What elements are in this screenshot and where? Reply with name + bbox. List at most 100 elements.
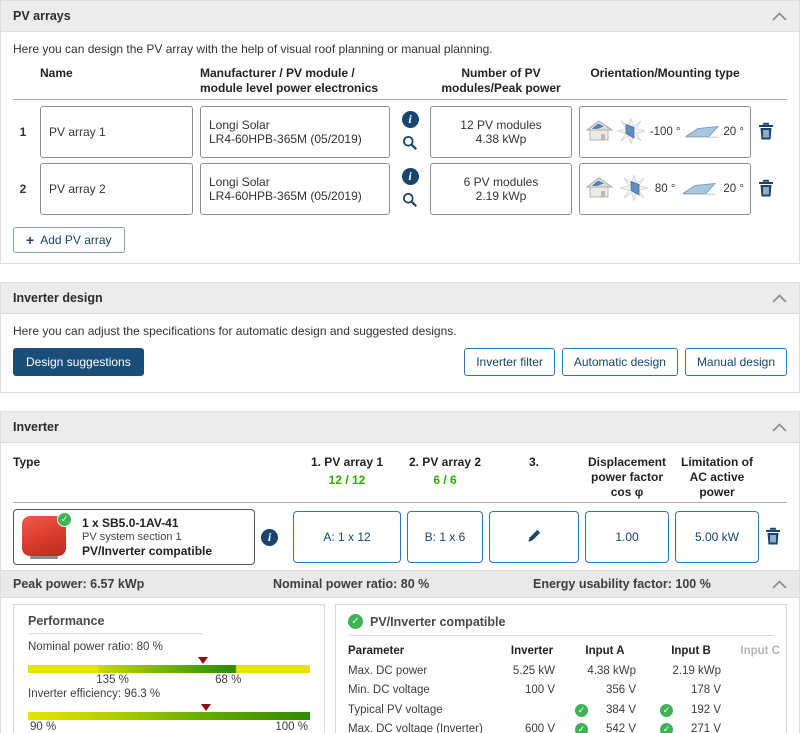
- column-header-pv-array-1: 1. PV array 1: [310, 455, 384, 469]
- inverter-summary-bar[interactable]: Peak power: 6.57 kWp Nominal power ratio…: [1, 570, 799, 598]
- nominal-power-ratio: Nominal power ratio: 80 %: [273, 577, 430, 591]
- inverter-type-box[interactable]: 1 x SB5.0-1AV-41 PV system section 1 PV/…: [13, 509, 255, 565]
- ac-limit-box[interactable]: 5.00 kW: [675, 511, 759, 563]
- compat-row-max-dc-voltage: Max. DC voltage (Inverter) 600 V 542 V 2…: [348, 720, 774, 733]
- npr-bar-label: Nominal power ratio: 80 %: [28, 641, 163, 653]
- info-icon[interactable]: i: [401, 110, 419, 128]
- search-icon[interactable]: [402, 192, 418, 211]
- info-icon[interactable]: i: [401, 167, 419, 185]
- input-b-config-box[interactable]: B: 1 x 6: [407, 511, 483, 563]
- eff-tick-90: 90 %: [30, 721, 57, 733]
- pv-module-select[interactable]: Longi Solar LR4-60HPB-365M (05/2019): [200, 163, 390, 215]
- input-a-config-box[interactable]: A: 1 x 12: [293, 511, 401, 563]
- tilt-panel-icon: [682, 181, 717, 198]
- column-header-ac-limit: Limitation of AC active power: [681, 455, 753, 499]
- inverter-panel: Inverter Type 1. PV array 1 12 / 12 2. P…: [0, 411, 800, 733]
- manual-design-button[interactable]: Manual design: [684, 348, 787, 376]
- compatibility-title: PV/Inverter compatible: [370, 614, 506, 629]
- performance-box: Performance Nominal power ratio: 80 % 13…: [13, 604, 325, 733]
- column-header-cos-phi: Displacement power factor cos φ: [587, 455, 667, 499]
- column-header-type: Type: [13, 455, 41, 469]
- search-icon[interactable]: [402, 135, 418, 154]
- tilt-value: 20 °: [723, 183, 744, 195]
- efficiency-bar-label: Inverter efficiency: 96.3 %: [28, 688, 161, 700]
- tilt-value: 20 °: [723, 126, 744, 138]
- inverter-design-panel: Inverter design Here you can adjust the …: [0, 282, 800, 393]
- header-divider: [13, 502, 787, 503]
- roof-house-icon: [585, 176, 614, 203]
- inverter-filter-button[interactable]: Inverter filter: [464, 348, 555, 376]
- npr-tick-68: 68 %: [215, 674, 242, 686]
- header-divider: [13, 99, 787, 100]
- bar-marker: [200, 704, 211, 711]
- compatibility-box: PV/Inverter compatible Parameter Inverte…: [335, 604, 787, 733]
- check-icon: [660, 703, 673, 717]
- delete-icon[interactable]: [765, 527, 787, 548]
- compatibility-status: PV/Inverter compatible: [82, 544, 213, 558]
- automatic-design-button[interactable]: Automatic design: [561, 348, 678, 376]
- inverter-panel-header[interactable]: Inverter: [1, 412, 799, 443]
- pv-arrays-panel-header[interactable]: PV arrays: [1, 1, 799, 32]
- modules-count-box[interactable]: 12 PV modules 4.38 kWp: [430, 106, 572, 158]
- eff-tick-100: 100 %: [275, 721, 308, 733]
- pv-system-section: PV system section 1: [82, 531, 182, 543]
- peak-power: Peak power: 6.57 kWp: [13, 577, 145, 591]
- pv-array-row-1: 1 PV array 1 Longi Solar LR4-60HPB-365M …: [1, 106, 799, 158]
- delete-icon[interactable]: [758, 179, 780, 200]
- azimuth-compass-icon: [618, 173, 650, 204]
- delete-icon[interactable]: [758, 122, 780, 143]
- column-header-modules: Number of PV modules/Peak power: [441, 66, 561, 95]
- design-suggestions-button[interactable]: Design suggestions: [13, 348, 144, 376]
- info-icon[interactable]: i: [261, 528, 278, 546]
- check-icon: [348, 614, 363, 629]
- pv-array-row-2: 2 PV array 2 Longi Solar LR4-60HPB-365M …: [1, 163, 799, 215]
- array2-module-count: 6 / 6: [433, 473, 457, 487]
- compat-row-min-dc-voltage: Min. DC voltage 100 V 356 V 178 V: [348, 684, 721, 696]
- compat-row-max-dc-power: Max. DC power 5.25 kW 4.38 kWp 2.19 kWp: [348, 664, 721, 677]
- edit-config-box[interactable]: [489, 511, 579, 563]
- pv-arrays-title: PV arrays: [13, 9, 71, 23]
- azimuth-compass-icon: [616, 116, 647, 147]
- chevron-up-icon[interactable]: [772, 11, 787, 21]
- pv-array-name-input[interactable]: PV array 1: [40, 106, 193, 158]
- inverter-design-panel-header[interactable]: Inverter design: [1, 283, 799, 314]
- chevron-up-icon[interactable]: [772, 422, 787, 432]
- column-header-3: 3.: [528, 455, 539, 469]
- pv-array-name-input[interactable]: PV array 2: [40, 163, 193, 215]
- array1-module-count: 12 / 12: [328, 473, 366, 487]
- pv-arrays-panel: PV arrays Here you can design the PV arr…: [0, 0, 800, 264]
- roof-house-icon: [585, 119, 614, 146]
- orientation-box[interactable]: 80 ° 20 °: [579, 163, 751, 215]
- inverter-model: 1 x SB5.0-1AV-41: [82, 516, 179, 530]
- orientation-box[interactable]: -100 ° 20 °: [579, 106, 751, 158]
- inverter-efficiency-bar: [28, 704, 310, 720]
- compatible-check-icon: [57, 512, 72, 527]
- pv-module-select[interactable]: Longi Solar LR4-60HPB-365M (05/2019): [200, 106, 390, 158]
- inverter-row: 1 x SB5.0-1AV-41 PV system section 1 PV/…: [1, 509, 799, 565]
- tilt-panel-icon: [684, 124, 719, 141]
- energy-usability-factor: Energy usability factor: 100 %: [533, 577, 711, 591]
- nominal-power-ratio-bar: [28, 657, 310, 673]
- add-pv-array-button[interactable]: + Add PV array: [13, 227, 125, 253]
- check-icon: [575, 703, 588, 717]
- npr-tick-135: 135 %: [96, 674, 129, 686]
- input-c-disabled: Input C: [740, 645, 780, 657]
- column-header-manufacturer: Manufacturer / PV module / module level …: [200, 66, 379, 95]
- chevron-up-icon[interactable]: [772, 293, 787, 303]
- check-icon: [660, 723, 673, 733]
- compat-row-typical-pv-voltage: Typical PV voltage 384 V 192 V: [348, 701, 774, 721]
- bar-marker: [197, 657, 208, 664]
- column-header-pv-array-2: 2. PV array 2: [408, 455, 482, 469]
- column-header-name: Name: [40, 66, 73, 80]
- cos-phi-box[interactable]: 1.00: [585, 511, 669, 563]
- performance-title: Performance: [28, 614, 105, 628]
- azimuth-value: -100 °: [649, 126, 681, 138]
- check-icon: [575, 723, 588, 733]
- modules-count-box[interactable]: 6 PV modules 2.19 kWp: [430, 163, 572, 215]
- inverter-title: Inverter: [13, 420, 59, 434]
- row-number: 1: [19, 125, 27, 139]
- inverter-design-description: Here you can adjust the specifications f…: [13, 324, 457, 338]
- row-number: 2: [19, 182, 27, 196]
- chevron-up-icon[interactable]: [772, 579, 787, 589]
- pencil-icon: [527, 528, 542, 546]
